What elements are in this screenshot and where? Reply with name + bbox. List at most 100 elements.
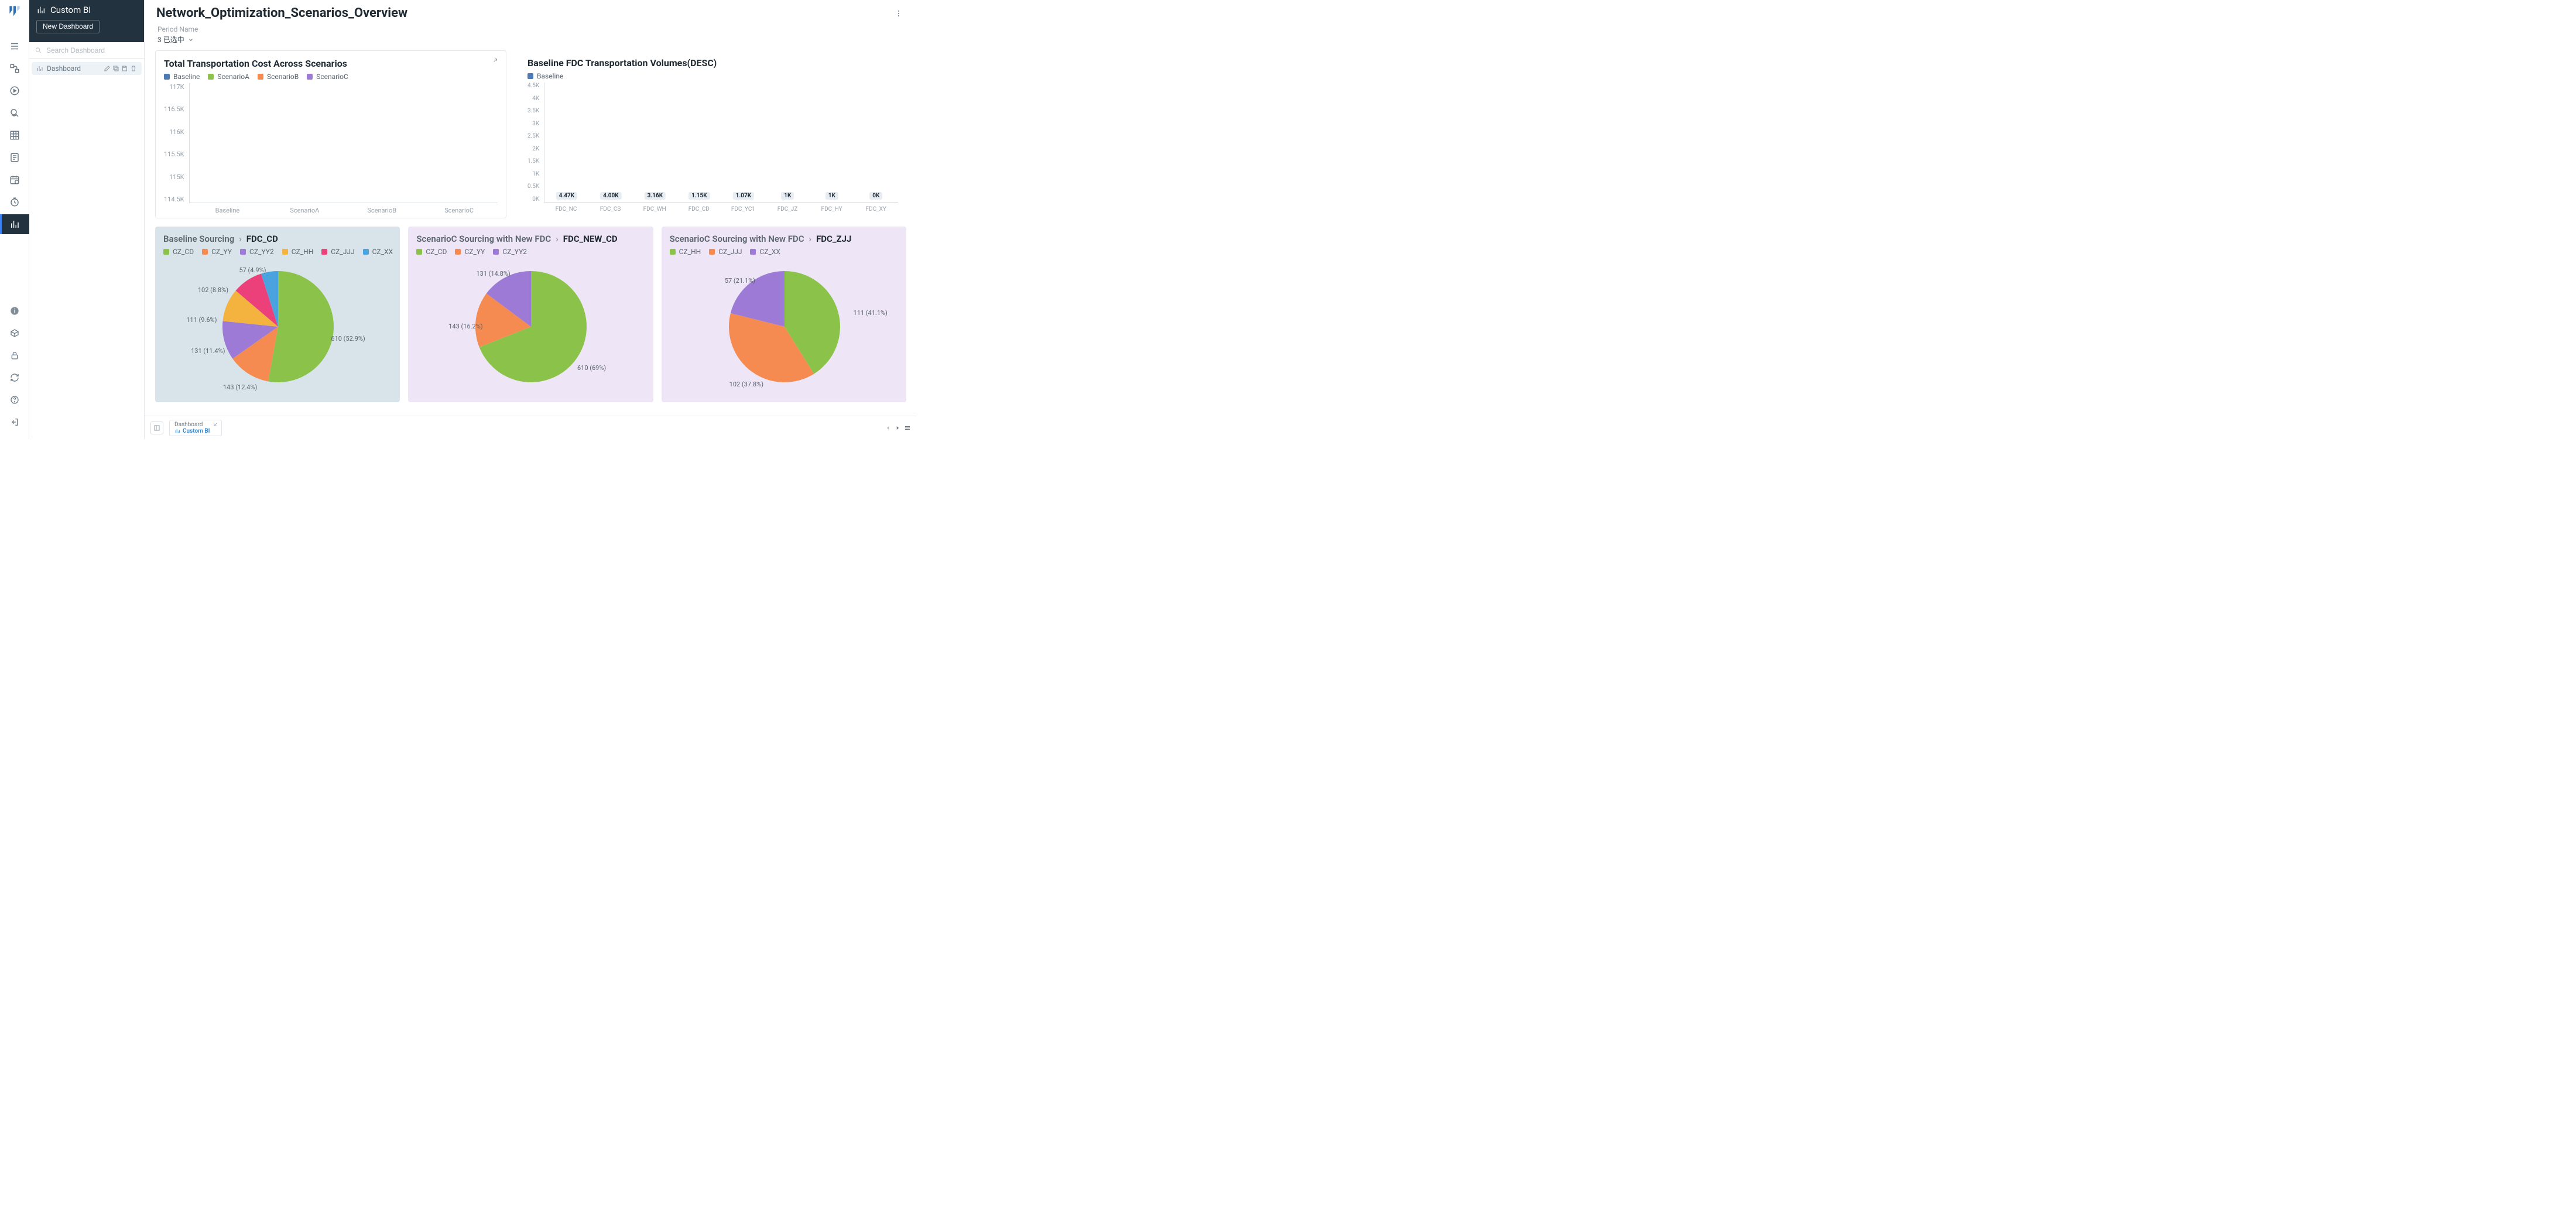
page-menu-button[interactable] (892, 7, 905, 20)
nav-list-icon[interactable] (0, 36, 29, 56)
dashboard-search-input[interactable] (45, 46, 138, 55)
legend-item[interactable]: CZ_HH (670, 248, 701, 256)
new-dashboard-button[interactable]: New Dashboard (36, 20, 100, 33)
expand-icon[interactable] (492, 57, 499, 64)
slice-label: 102 (37.8%) (729, 381, 763, 388)
chart-area: 117K116.5K116K115.5K115K114.5K BaselineS… (164, 83, 498, 214)
value-label: 1K (825, 192, 838, 200)
nav-info-icon[interactable] (0, 301, 29, 321)
nav-report-icon[interactable] (0, 148, 29, 167)
slice-label: 57 (4.9%) (239, 266, 266, 274)
app-root: Custom BI New Dashboard Dashboard (0, 0, 917, 439)
pie-wrap: 610 (52.9%)143 (12.4%)131 (11.4%)111 (9.… (163, 259, 393, 394)
dashboard-list-item[interactable]: Dashboard (32, 62, 142, 75)
chevron-right-icon: › (809, 234, 812, 244)
value-label: 0K (869, 192, 882, 200)
slice-label: 143 (16.2%) (448, 323, 482, 330)
nav-bi-icon[interactable] (0, 214, 29, 234)
pie-wrap: 610 (69%)143 (16.2%)131 (14.8%) (416, 259, 646, 394)
nav-workflow-icon[interactable] (0, 59, 29, 78)
nav-refresh-icon[interactable] (0, 368, 29, 388)
nav-search-data-icon[interactable] (0, 103, 29, 123)
pie-chart (472, 268, 590, 385)
crumb-1[interactable]: ScenarioC Sourcing with New FDC (416, 234, 551, 244)
nav-play-icon[interactable] (0, 81, 29, 101)
legend-item[interactable]: ScenarioA (208, 73, 249, 81)
slice-label: 111 (9.6%) (186, 316, 217, 324)
nav-help-icon[interactable] (0, 390, 29, 410)
legend-item[interactable]: CZ_HH (282, 248, 314, 256)
nav-grid-icon[interactable] (0, 125, 29, 145)
legend-item[interactable]: CZ_XX (750, 248, 780, 256)
tabs-next-button[interactable] (895, 425, 900, 431)
x-axis: FDC_NCFDC_CSFDC_WHFDC_CDFDC_YC1FDC_JZFDC… (544, 206, 898, 213)
x-axis: BaselineScenarioAScenarioBScenarioC (189, 207, 498, 214)
dashboard-search[interactable] (29, 42, 144, 59)
legend-item[interactable]: CZ_YY2 (493, 248, 527, 256)
legend-item[interactable]: CZ_CD (163, 248, 194, 256)
panel-cost-bars[interactable]: Total Transportation Cost Across Scenari… (155, 50, 506, 218)
nav-schedule-icon[interactable] (0, 170, 29, 190)
y-axis: 117K116.5K116K115.5K115K114.5K (164, 83, 189, 203)
app-logo[interactable] (0, 0, 29, 22)
open-tab[interactable]: Dashboard Custom BI (169, 420, 222, 436)
crumb-2: FDC_NEW_CD (563, 234, 618, 244)
nav-lock-icon[interactable] (0, 345, 29, 365)
panel-breadcrumb: ScenarioC Sourcing with New FDC › FDC_NE… (416, 234, 646, 244)
value-label: 1.07K (733, 192, 754, 200)
legend-item[interactable]: Baseline (164, 73, 200, 81)
legend-item[interactable]: CZ_YY (202, 248, 232, 256)
panel-pie-new-cd[interactable]: ScenarioC Sourcing with New FDC › FDC_NE… (408, 227, 653, 402)
tabs-prev-button[interactable] (885, 425, 891, 431)
save-icon[interactable] (121, 65, 128, 72)
chevron-down-icon (188, 37, 194, 43)
panel-title: Baseline FDC Transportation Volumes(DESC… (527, 57, 898, 68)
nav-clock-icon[interactable] (0, 192, 29, 212)
kebab-icon (895, 9, 903, 18)
legend: CZ_CD CZ_YY CZ_YY2 CZ_HH CZ_JJJ CZ_XX (163, 248, 393, 256)
delete-icon[interactable] (130, 65, 137, 72)
nav-exit-icon[interactable] (0, 412, 29, 432)
filter-value[interactable]: 3 已选中 (157, 35, 905, 44)
legend-item[interactable]: Baseline (527, 72, 563, 80)
nav-icons-top (0, 22, 29, 301)
crumb-2: FDC_ZJJ (816, 234, 851, 244)
legend-item[interactable]: CZ_JJJ (709, 248, 742, 256)
value-label: 4.00K (600, 192, 621, 200)
edit-icon[interactable] (104, 65, 111, 72)
legend-item[interactable]: CZ_YY (455, 248, 485, 256)
pie-chart (726, 268, 843, 385)
panel-pie-zjj[interactable]: ScenarioC Sourcing with New FDC › FDC_ZJ… (662, 227, 906, 402)
legend-item[interactable]: ScenarioC (307, 73, 348, 81)
copy-icon[interactable] (112, 65, 119, 72)
panel-fdc-bars[interactable]: Baseline FDC Transportation Volumes(DESC… (516, 50, 906, 218)
chart-area: 4.5K4K3.5K3K2.5K2K1.5K1K0.5K0K 4.47K 4.00… (527, 83, 898, 213)
chevron-right-icon: › (239, 234, 242, 244)
close-icon[interactable] (213, 422, 218, 427)
legend-item[interactable]: CZ_JJJ (321, 248, 354, 256)
value-label: 1.15K (688, 192, 710, 200)
crumb-1[interactable]: ScenarioC Sourcing with New FDC (670, 234, 804, 244)
slice-label: 111 (41.1%) (854, 309, 888, 317)
bars-icon (36, 5, 46, 15)
module-title-row: Custom BI (36, 5, 137, 15)
row-2: Baseline Sourcing › FDC_CD CZ_CDCZ_YYCZ_… (155, 227, 906, 402)
legend-item[interactable]: CZ_XX (363, 248, 393, 256)
legend-item[interactable]: ScenarioB (258, 73, 299, 81)
bottom-bar: Dashboard Custom BI (145, 416, 917, 439)
pie-wrap: 111 (41.1%)102 (37.8%)57 (21.1%) (670, 259, 899, 394)
panel-collapse-button[interactable] (150, 422, 163, 434)
value-label: 4.47K (556, 192, 577, 200)
tabs-menu-button[interactable] (904, 424, 911, 431)
y-axis: 4.5K4K3.5K3K2.5K2K1.5K1K0.5K0K (527, 83, 544, 203)
legend-item[interactable]: CZ_YY2 (240, 248, 274, 256)
legend: CZ_HH CZ_JJJ CZ_XX (670, 248, 899, 256)
dashboard-item-actions (104, 65, 137, 72)
panel-pie-baseline-cd[interactable]: Baseline Sourcing › FDC_CD CZ_CDCZ_YYCZ_… (155, 227, 400, 402)
slice-label: 143 (12.4%) (223, 383, 257, 391)
bars-container (189, 83, 498, 203)
nav-package-icon[interactable] (0, 323, 29, 343)
legend-item[interactable]: CZ_CD (416, 248, 447, 256)
bars-container: 4.47K4.00K3.16K1.15K1.07K1K1K0K (544, 83, 898, 203)
crumb-1[interactable]: Baseline Sourcing (163, 234, 234, 244)
